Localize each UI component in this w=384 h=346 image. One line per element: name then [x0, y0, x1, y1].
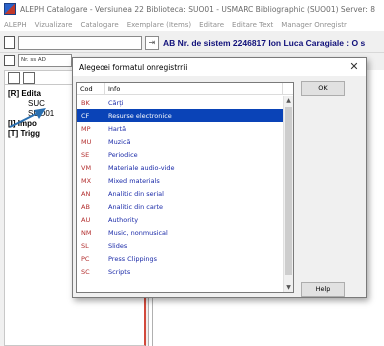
menu-bar: ALEPH Vizualizare Catalogare Exemplare (… [0, 18, 384, 31]
format-info: Hartă [108, 124, 127, 133]
scroll-up-arrow-icon[interactable]: ▲ [284, 96, 293, 105]
record-format-dialog: Alegeœi formatul onregistrrii ✕ Cod Info… [72, 57, 367, 298]
list-item[interactable]: PC Press Clippings [77, 252, 283, 265]
list-item[interactable]: AU Authority [77, 213, 283, 226]
format-info: Materiale audio-vide [108, 163, 175, 172]
help-button[interactable]: Help [301, 282, 345, 297]
aleph-catalog-window: ALEPH Catalogare - Versiunea 22 Bibliote… [0, 0, 384, 346]
list-item[interactable]: MU Muzică [77, 135, 283, 148]
go-arrow-icon[interactable]: ⇥ [145, 36, 159, 50]
list-item[interactable]: SE Periodice [77, 148, 283, 161]
list-item[interactable]: SL Slides [77, 239, 283, 252]
format-code: MX [81, 176, 92, 185]
dialog-title-bar: Alegeœi formatul onregistrrii ✕ [73, 58, 366, 76]
aleph-app-icon [4, 3, 16, 15]
menu-item-manager[interactable]: Manager Onregistr [281, 21, 347, 29]
tree-item-import[interactable]: [I] Impo [8, 119, 54, 129]
format-info: Cărți [108, 98, 124, 107]
format-code: SC [81, 267, 90, 276]
format-code: VM [81, 163, 92, 172]
format-code: CF [81, 111, 90, 120]
format-code: PC [81, 254, 90, 263]
list-item[interactable]: CF Resurse electronice [77, 109, 283, 122]
record-search-field[interactable] [18, 36, 142, 50]
format-code: NM [81, 228, 92, 237]
panel-icon[interactable] [4, 55, 15, 66]
menu-item-editare[interactable]: Editare [199, 21, 224, 29]
menu-item-aleph[interactable]: ALEPH [4, 21, 27, 29]
format-code: SE [81, 150, 90, 159]
format-info: Analitic din carte [108, 202, 164, 211]
menu-item-catalogare[interactable]: Catalogare [80, 21, 118, 29]
list-scrollbar[interactable]: ▲ ▼ [283, 96, 293, 292]
tree-item-suc[interactable]: SUC [8, 99, 54, 109]
format-code: AB [81, 202, 90, 211]
list-item[interactable]: BK Cărți [77, 96, 283, 109]
tree-item-trigger[interactable]: [T] Trigg [8, 129, 54, 139]
format-info: Music, nonmusical [108, 228, 168, 237]
format-code: MU [81, 137, 92, 146]
format-info: Scripts [108, 267, 131, 276]
list-item[interactable]: NM Music, nonmusical [77, 226, 283, 239]
list-item[interactable]: MX Mixed materials [77, 174, 283, 187]
tree: [R] Edita SUC SUO01 [I] Impo [T] Trigg [8, 89, 54, 139]
list-item[interactable]: AB Analitic din carte [77, 200, 283, 213]
document-icon[interactable] [4, 36, 15, 49]
list-header: Cod Info [77, 83, 293, 95]
column-header-cod[interactable]: Cod [77, 83, 105, 94]
format-code: AN [81, 189, 91, 198]
record-header: AB Nr. de sistem 2246817 Ion Luca Caragi… [163, 38, 366, 48]
scroll-down-arrow-icon[interactable]: ▼ [284, 283, 293, 292]
ok-button[interactable]: OK [301, 81, 345, 96]
format-code: MP [81, 124, 91, 133]
list-item[interactable]: VM Materiale audio-vide [77, 161, 283, 174]
format-info: Analitic din serial [108, 189, 164, 198]
format-list[interactable]: Cod Info BK Cărți CF Resurse electronice MP H… [76, 82, 294, 293]
format-code: BK [81, 98, 90, 107]
format-info: Resurse electronice [108, 111, 172, 120]
format-info: Press Clippings [108, 254, 158, 263]
format-info: Mixed materials [108, 176, 160, 185]
list-item[interactable]: MP Hartă [77, 122, 283, 135]
window-title: ALEPH Catalogare - Versiunea 22 Bibliote… [20, 4, 376, 14]
menu-item-editare-text[interactable]: Editare Text [232, 21, 273, 29]
list-rows: BK Cărți CF Resurse electronice MP Hartă MU Muz… [77, 96, 283, 278]
column-header-info[interactable]: Info [105, 83, 283, 94]
format-info: Authority [108, 215, 139, 224]
tree-tab-icon-2[interactable] [23, 72, 35, 84]
tree-tab-icon[interactable] [8, 72, 20, 84]
close-icon[interactable]: ✕ [348, 60, 360, 73]
tree-item-editare[interactable]: [R] Edita [8, 89, 54, 99]
list-item[interactable]: SC Scripts [77, 265, 283, 278]
format-info: Periodice [108, 150, 138, 159]
scroll-thumb[interactable] [285, 107, 292, 275]
list-item[interactable]: AN Analitic din serial [77, 187, 283, 200]
format-code: AU [81, 215, 91, 224]
title-bar: ALEPH Catalogare - Versiunea 22 Bibliote… [0, 0, 384, 18]
toolbar: ⇥ AB Nr. de sistem 2246817 Ion Luca Cara… [0, 33, 384, 53]
tree-item-suo01[interactable]: SUO01 [8, 109, 54, 119]
format-info: Muzică [108, 137, 131, 146]
menu-item-vizualizare[interactable]: Vizualizare [35, 21, 73, 29]
system-number-field[interactable]: Nr. ss AD [18, 54, 72, 67]
menu-item-exemplare[interactable]: Exemplare (Items) [127, 21, 191, 29]
format-info: Slides [108, 241, 128, 250]
format-code: SL [81, 241, 89, 250]
dialog-title: Alegeœi formatul onregistrrii [79, 63, 188, 72]
